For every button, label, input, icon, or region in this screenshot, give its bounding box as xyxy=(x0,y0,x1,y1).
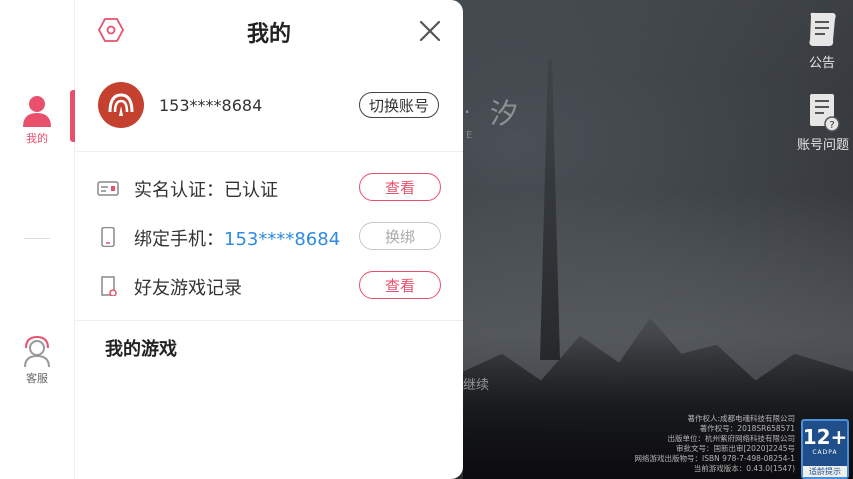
credit-line: 网络游戏出版物号：ISBN 978-7-498-08254-1 xyxy=(634,454,795,463)
divider xyxy=(75,320,463,321)
avatar xyxy=(98,82,144,128)
credit-line: 著作权人:成都电魂科技有限公司 xyxy=(687,414,795,423)
account-issue-button[interactable]: ? 账号问题 xyxy=(791,92,853,153)
game-logo-dot: · xyxy=(464,100,471,124)
bind-phone-text: 绑定手机：153****8684 xyxy=(134,225,340,251)
copyright-info: 著作权人:成都电魂科技有限公司 著作权号：2018SR658571 出版单位：杭… xyxy=(635,414,795,474)
tower-silhouette xyxy=(540,60,560,360)
svg-text:?: ? xyxy=(829,120,834,131)
user-icon xyxy=(23,96,51,127)
account-issue-label: 账号问题 xyxy=(796,138,849,153)
my-account-panel: 我的 153****8684 切换账号 实名认证：已认证 查看 绑定手机：153… xyxy=(75,0,463,479)
rail-item-service-label: 客服 xyxy=(26,372,48,385)
rebind-phone-button[interactable]: 换绑 xyxy=(359,222,441,250)
divider xyxy=(75,151,463,152)
credit-line: 著作权号：2018SR658571 xyxy=(699,424,795,433)
age-rating-badge[interactable]: 12+ CADPA 适龄提示 xyxy=(801,419,849,479)
headset-icon xyxy=(24,335,50,368)
rail-item-mine[interactable]: 我的 xyxy=(0,94,74,146)
close-icon[interactable] xyxy=(415,16,445,46)
left-rail: 我的 客服 xyxy=(0,0,76,479)
game-logo-icon xyxy=(108,93,134,116)
game-logo: 汐 xyxy=(490,97,519,130)
switch-account-button[interactable]: 切换账号 xyxy=(359,92,439,118)
credit-line: 出版单位：杭州紫府网络科技有限公司 xyxy=(667,434,796,443)
rail-item-mine-label: 我的 xyxy=(26,132,48,145)
document-question-icon: ? xyxy=(810,94,840,132)
continue-text[interactable]: 继续 xyxy=(463,374,489,393)
announcement-button[interactable]: 公告 xyxy=(791,10,853,71)
age-rating-value: 12+ xyxy=(802,425,848,449)
rail-divider xyxy=(24,238,50,239)
age-rating-tip: 适龄提示 xyxy=(803,466,847,477)
scroll-icon xyxy=(809,12,836,47)
account-row: 153****8684 切换账号 xyxy=(75,70,463,140)
bind-phone-label: 绑定手机： xyxy=(134,229,224,250)
document-icon xyxy=(101,276,117,296)
bound-phone-number: 153****8684 xyxy=(224,229,341,250)
friend-records-row: 好友游戏记录 查看 xyxy=(75,265,463,305)
announcement-label: 公告 xyxy=(808,56,835,71)
real-name-status: 实名认证：已认证 xyxy=(134,180,278,201)
game-logo-subtitle: E xyxy=(466,130,476,141)
my-games-title: 我的游戏 xyxy=(105,339,177,360)
panel-header: 我的 xyxy=(75,0,463,62)
friend-records-label: 好友游戏记录 xyxy=(134,278,242,299)
credit-line: 审批文号：国新出审[2020]2245号 xyxy=(675,444,795,453)
phone-icon xyxy=(101,227,115,247)
view-real-name-button[interactable]: 查看 xyxy=(359,173,441,201)
page-title: 我的 xyxy=(246,22,291,47)
account-phone: 153****8684 xyxy=(159,96,263,115)
view-friend-records-button[interactable]: 查看 xyxy=(359,271,441,299)
age-rating-org: CADPA xyxy=(812,449,838,456)
bind-phone-row: 绑定手机：153****8684 换绑 xyxy=(75,216,463,256)
rail-item-service[interactable]: 客服 xyxy=(0,334,74,386)
real-name-row: 实名认证：已认证 查看 xyxy=(75,167,463,207)
credit-line: 当前游戏版本：0.43.0(1547) xyxy=(693,464,795,473)
id-card-icon xyxy=(97,181,119,196)
